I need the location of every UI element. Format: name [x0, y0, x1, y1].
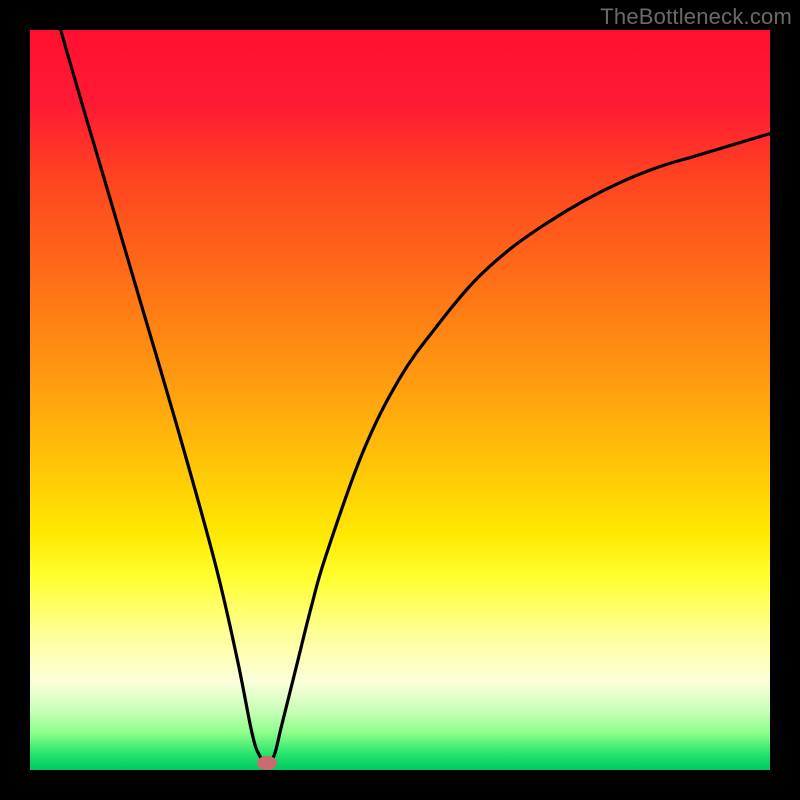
- chart-frame: TheBottleneck.com: [0, 0, 800, 800]
- bottleneck-curve: [30, 30, 770, 770]
- plot-area: [30, 30, 770, 770]
- watermark-text: TheBottleneck.com: [600, 4, 792, 30]
- minimum-marker: [257, 756, 277, 770]
